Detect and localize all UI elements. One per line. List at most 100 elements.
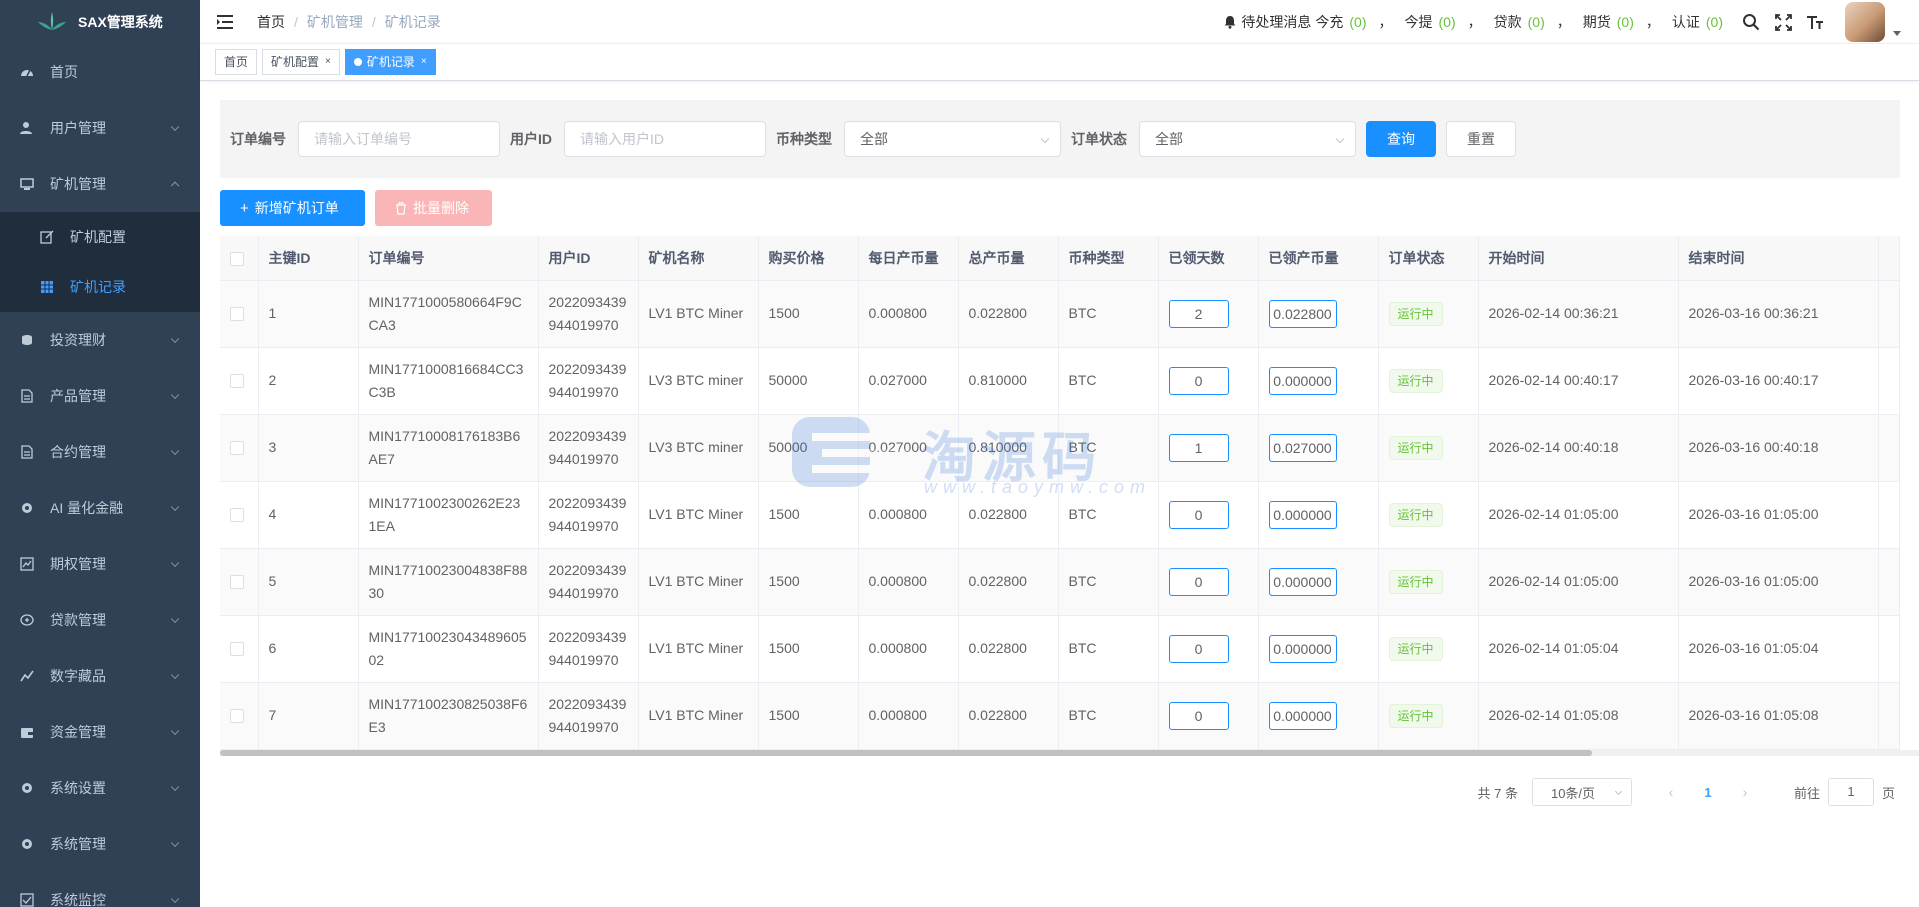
sidebar-item-label: 资金管理 [50,724,106,740]
claimed-output-input[interactable]: 0.022800 [1268,299,1337,328]
row-checkbox[interactable] [230,709,244,724]
table-row[interactable]: 2 MIN1771000816684CC3 C3B 2022093439 9440199… [220,347,1900,415]
navbar-right: 待处理消息 今充 (0) ， 今提 (0) ， 贷款 (0) ， 期货 (0) … [1223,0,1919,44]
order-status-select[interactable]: 全部 [1139,121,1356,157]
reset-button[interactable]: 重置 [1446,121,1516,157]
hamburger-icon[interactable] [217,14,233,29]
miner-name-cell: LV1 BTC Miner [638,615,759,683]
sidebar-item-2[interactable]: 矿机管理 [0,156,200,212]
plus-icon: + [240,199,249,217]
pending-notice[interactable]: 待处理消息 今充 (0) ， 今提 (0) ， 贷款 (0) ， 期货 (0) … [1223,12,1723,32]
app-logo[interactable]: SAX管理系统 [0,0,200,44]
breadcrumb-home[interactable]: 首页 [257,12,285,32]
claimed-output-input[interactable]: 0.000000 [1268,701,1337,730]
claimed-days-input[interactable]: 2 [1168,299,1229,328]
sidebar-item-7[interactable]: 期权管理 [0,536,200,592]
sidebar-item-5[interactable]: 合约管理 [0,424,200,480]
sidebar-item-3[interactable]: 投资理财 [0,312,200,368]
status-cell: 运行中 [1378,280,1479,348]
prev-page-button[interactable]: ‹ [1656,784,1686,800]
table-row[interactable]: 7 MIN177100230825038F6 E3 2022093439 9440199… [220,682,1900,750]
claimed-output-input[interactable]: 0.000000 [1268,500,1337,529]
sidebar-subitem-0[interactable]: 矿机配置 [0,212,200,262]
row-checkbox[interactable] [230,575,244,590]
sidebar-item-label: 用户管理 [50,120,106,136]
close-icon[interactable]: × [421,50,427,74]
notice-futures-label: 期货 [1582,14,1611,30]
claimed-output-input[interactable]: 0.000000 [1268,567,1337,596]
sidebar-item-8[interactable]: 贷款管理 [0,592,200,648]
order-no-line: E3 [368,718,386,735]
status-cell: 运行中 [1378,414,1479,482]
claimed-output-cell: 0.000000 [1258,682,1379,750]
start-time-cell: 2026-02-14 00:40:17 [1478,347,1679,415]
monitor-icon [20,177,34,191]
table-row[interactable]: 3 MIN17710008176183B6 AE7 2022093439 9440199… [220,414,1900,482]
fullscreen-icon[interactable] [1773,12,1793,32]
tag-label: 矿机配置 [271,55,320,69]
sidebar-subitem-1[interactable]: 矿机记录 [0,262,200,312]
page-number[interactable]: 1 [1698,785,1718,800]
batch-delete-button[interactable]: 批量删除 [375,190,492,226]
batch-delete-label: 批量删除 [413,200,469,216]
row-checkbox[interactable] [230,508,244,523]
order-no-input[interactable]: 请输入订单编号 [298,121,500,157]
coin-type-select[interactable]: 全部 [844,121,1061,157]
miner-name-cell: LV3 BTC miner [638,347,759,415]
table-row[interactable]: 5 MIN17710023004838F88 30 2022093439 9440199… [220,548,1900,616]
claimed-days-input[interactable]: 0 [1168,366,1229,395]
tag-mining-config[interactable]: 矿机配置 × [262,49,340,75]
user-id-line: 2022093439 [548,293,627,310]
sidebar-item-12[interactable]: 系统管理 [0,816,200,872]
claimed-days-input[interactable]: 0 [1168,701,1229,730]
end-time-cell: 2026-03-16 00:40:18 [1678,414,1879,482]
sidebar-item-1[interactable]: 用户管理 [0,100,200,156]
user-id-placeholder: 请输入用户ID [580,131,664,147]
row-checkbox[interactable] [230,374,244,389]
sidebar-item-4[interactable]: 产品管理 [0,368,200,424]
avatar[interactable] [1845,2,1885,42]
user-id-input[interactable]: 请输入用户ID [564,121,766,157]
claimed-days-input[interactable]: 0 [1168,500,1229,529]
order-no-line: AE7 [368,450,395,467]
coin-cell: BTC [1058,682,1159,750]
claimed-days-cell: 2 [1158,280,1259,348]
sidebar-item-10[interactable]: 资金管理 [0,704,200,760]
row-checkbox[interactable] [230,441,244,456]
claimed-output-input[interactable]: 0.027000 [1268,433,1337,462]
close-icon[interactable]: × [325,50,331,74]
table-row[interactable]: 4 MIN1771002300262E23 1EA 2022093439 9440199… [220,481,1900,549]
end-time-cell: 2026-03-16 01:05:00 [1678,548,1879,616]
claimed-output-input[interactable]: 0.000000 [1268,366,1337,395]
table-row[interactable]: 1 MIN1771000580664F9C CA3 2022093439 9440199… [220,280,1900,348]
caret-down-icon[interactable] [1893,30,1901,36]
sidebar-item-6[interactable]: AI 量化金融 [0,480,200,536]
goto-page-input[interactable]: 1 [1827,778,1874,806]
sidebar-item-13[interactable]: 系统监控 [0,872,200,907]
scrollbar-thumb[interactable] [220,750,1592,756]
claimed-days-input[interactable]: 0 [1168,567,1229,596]
sidebar-item-0[interactable]: 首页 [0,44,200,100]
tag-mining-records[interactable]: 矿机记录 × [344,49,436,75]
sidebar-item-9[interactable]: 数字藏品 [0,648,200,704]
claimed-output-input[interactable]: 0.000000 [1268,634,1337,663]
sidebar-item-11[interactable]: 系统设置 [0,760,200,816]
user-id-cell: 2022093439 944019970 [538,481,639,549]
search-icon[interactable] [1741,12,1761,32]
next-page-button[interactable]: › [1730,784,1760,800]
horizontal-scrollbar[interactable] [220,750,1919,756]
query-button[interactable]: 查询 [1366,121,1436,157]
order-status-value: 全部 [1155,131,1183,147]
table-row[interactable]: 6 MIN17710023043489605 02 2022093439 9440199… [220,615,1900,683]
select-all-checkbox[interactable] [230,251,244,266]
page-size-select[interactable]: 10条/页 [1531,778,1632,806]
row-checkbox[interactable] [230,642,244,657]
add-mining-order-button[interactable]: + 新增矿机订单 [220,190,365,226]
order-no-line: CA3 [368,316,396,333]
page-suffix: 页 [1881,785,1895,801]
claimed-days-input[interactable]: 0 [1168,634,1229,663]
tag-home[interactable]: 首页 [215,49,258,75]
row-checkbox[interactable] [230,307,244,322]
font-size-icon[interactable] [1805,12,1825,32]
claimed-days-input[interactable]: 1 [1168,433,1229,462]
